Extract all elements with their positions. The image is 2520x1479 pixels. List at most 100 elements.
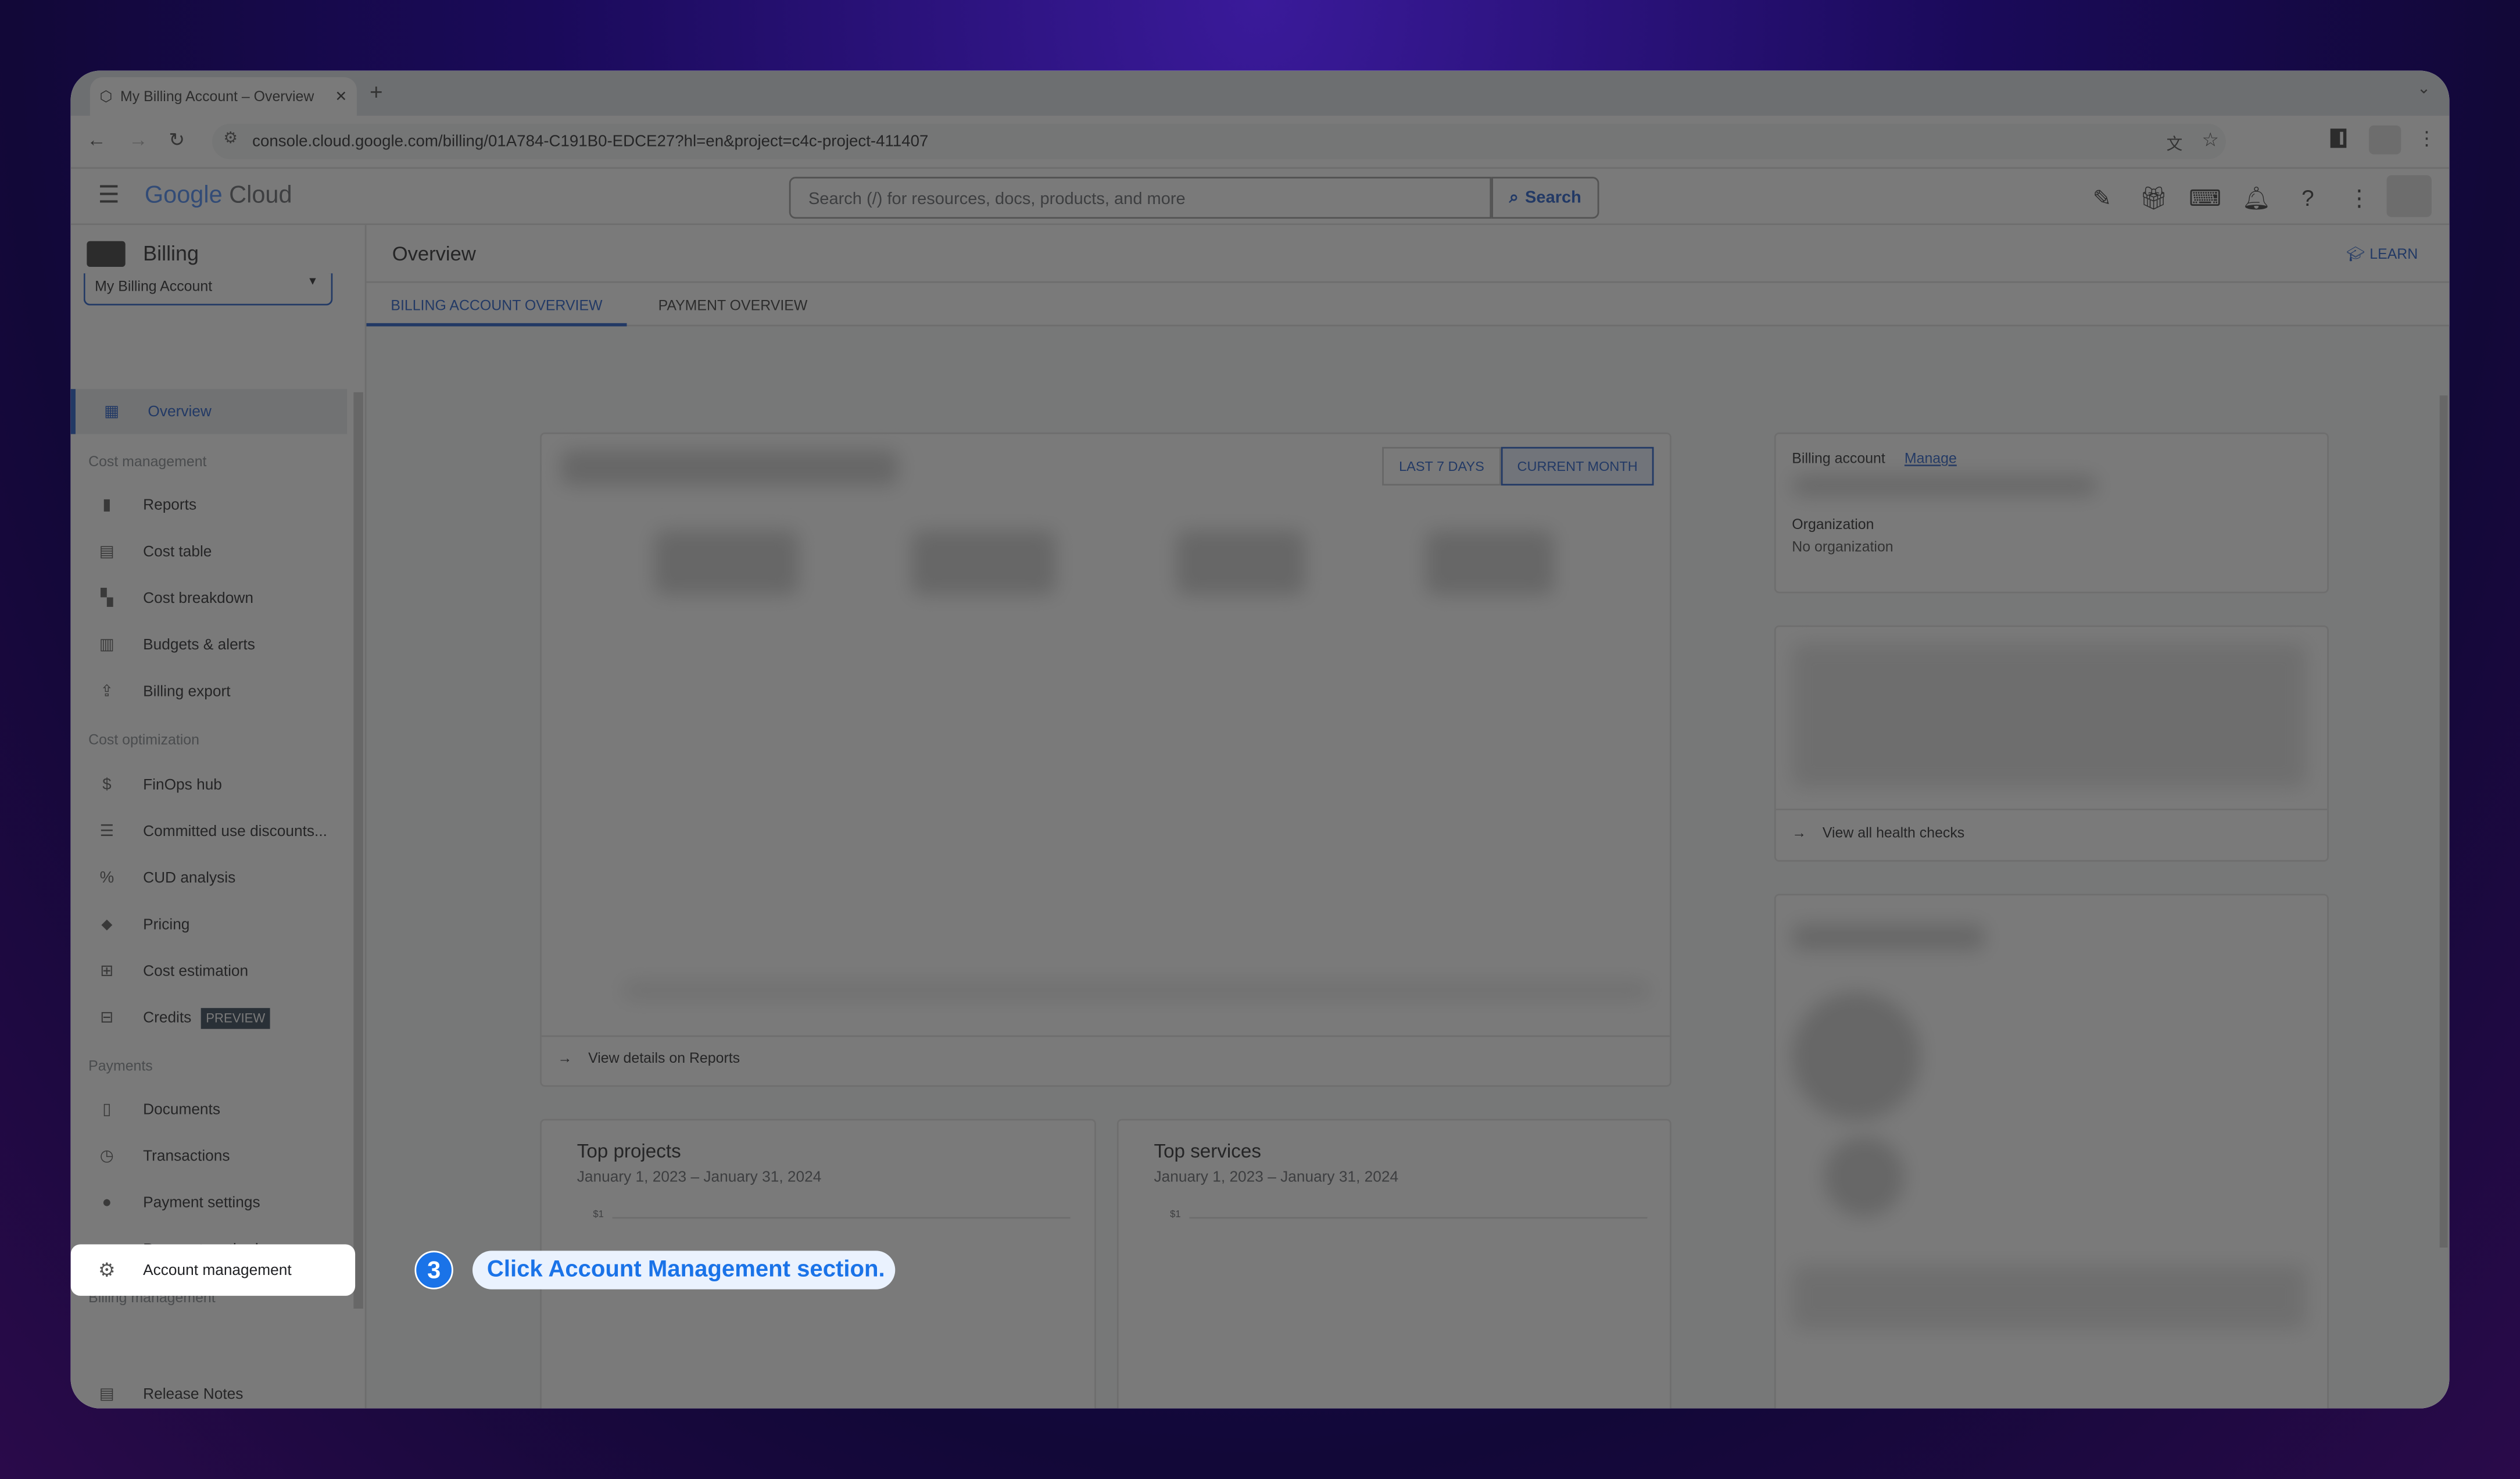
organization-label: Organization <box>1792 516 1874 533</box>
gemini-feedback-icon[interactable]: ✎ <box>2086 181 2118 213</box>
main-content: Overview 🎓︎ LEARN BILLING ACCOUNT OVERVIE… <box>366 225 2450 1409</box>
top-services-card: Top services January 1, 2023 – January 3… <box>1116 1119 1671 1409</box>
address-bar-row: ← → ↻ ⚙ console.cloud.google.com/billing… <box>70 116 2450 169</box>
top-services-title: Top services <box>1154 1139 1261 1163</box>
sidebar-scrollbar[interactable] <box>353 392 363 1309</box>
tab-search-chevron-icon[interactable]: ⌄ <box>2417 80 2430 98</box>
forward-icon[interactable]: → <box>128 128 148 151</box>
top-projects-range: January 1, 2023 – January 31, 2024 <box>577 1169 822 1187</box>
help-icon[interactable]: ? <box>2292 181 2324 213</box>
main-scrollbar[interactable] <box>2439 395 2448 1248</box>
google-cloud-logo[interactable]: Google Cloud <box>145 181 292 209</box>
current-month-button[interactable]: CURRENT MONTH <box>1501 446 1654 486</box>
sidebar-item-cud-analysis[interactable]: % CUD analysis <box>71 855 348 900</box>
more-options-icon[interactable]: ⋮ <box>2343 181 2375 213</box>
tab-payment-overview[interactable]: PAYMENT OVERVIEW <box>636 283 829 327</box>
sidebar-item-release-notes[interactable]: ▤ Release Notes <box>71 1371 348 1409</box>
waterfall-icon: ▚ <box>101 589 113 607</box>
tag-icon: ⬥ <box>101 915 113 934</box>
section-cost-management: Cost management <box>88 453 207 470</box>
top-projects-title: Top projects <box>577 1139 681 1163</box>
url-field[interactable]: ⚙ console.cloud.google.com/billing/01A78… <box>212 123 2226 159</box>
sidebar-item-billing-export[interactable]: ⇪ Billing export <box>71 669 348 713</box>
clock-icon: ◷ <box>99 1147 114 1165</box>
profile-avatar[interactable] <box>2369 125 2401 155</box>
percent-icon: % <box>99 869 114 887</box>
release-notes-icon: ▤ <box>99 1385 114 1403</box>
credits-gift-icon: ⊟ <box>100 1009 114 1027</box>
section-payments: Payments <box>88 1058 153 1074</box>
tab-title: My Billing Account – Overview <box>120 88 314 105</box>
budget-icon: ▥ <box>99 635 114 654</box>
table-icon: ▤ <box>99 542 114 560</box>
dashboard-icon: ▦ <box>104 402 120 421</box>
hamburger-menu-icon[interactable]: ☰ <box>98 180 120 209</box>
sidebar-title: Billing <box>143 241 199 266</box>
billing-account-card: Billing account Manage Organization No o… <box>1774 432 2329 594</box>
top-services-range: January 1, 2023 – January 31, 2024 <box>1154 1169 1399 1187</box>
health-checks-card: → View all health checks <box>1774 625 2329 862</box>
back-icon[interactable]: ← <box>87 128 106 151</box>
account-avatar[interactable] <box>2386 175 2432 217</box>
dollar-icon: $ <box>102 776 112 794</box>
cost-summary-card: LAST 7 DAYS CURRENT MONTH → View details … <box>540 432 1671 1087</box>
view-health-checks-link[interactable]: → View all health checks <box>1792 825 1964 841</box>
learn-button[interactable]: 🎓︎ LEARN <box>2346 246 2418 263</box>
documents-icon: ▯ <box>102 1100 112 1119</box>
arrow-right-icon: → <box>1792 824 1807 841</box>
sidebar-item-transactions[interactable]: ◷ Transactions <box>71 1134 348 1178</box>
site-info-icon[interactable]: ⚙ <box>223 130 238 148</box>
sidebar: Billing My Billing Account ▼ ▦ Overview Co… <box>70 225 367 1409</box>
close-tab-icon[interactable]: ✕ <box>335 88 347 105</box>
translate-icon[interactable]: 文 <box>2167 130 2183 154</box>
sidebar-item-budgets[interactable]: ▥ Budgets & alerts <box>71 622 348 667</box>
gift-icon[interactable]: 🎁︎ <box>2138 181 2170 213</box>
sidebar-item-cost-breakdown[interactable]: ▚ Cost breakdown <box>71 576 348 620</box>
billing-account-select[interactable]: My Billing Account ▼ <box>83 273 333 306</box>
tab-billing-account-overview[interactable]: BILLING ACCOUNT OVERVIEW <box>366 283 627 327</box>
search-input[interactable]: Search (/) for resources, docs, products… <box>789 177 1492 219</box>
gridline <box>612 1217 1071 1219</box>
sidebar-item-documents[interactable]: ▯ Documents <box>71 1087 348 1131</box>
sidebar-item-account-management[interactable]: ⚙ Account management <box>70 1244 356 1296</box>
manage-link[interactable]: Manage <box>1905 450 1957 466</box>
sidebar-item-cost-estimation[interactable]: ⊞ Cost estimation <box>71 949 348 994</box>
gcp-favicon-icon: ⬡ <box>99 87 113 104</box>
organization-value: No organization <box>1792 538 1893 555</box>
browser-menu-icon[interactable]: ⋮ <box>2417 127 2436 149</box>
preview-badge: PREVIEW <box>201 1007 270 1028</box>
cloud-shell-icon[interactable]: ⌨ <box>2189 181 2221 213</box>
list-icon: ☰ <box>99 822 114 840</box>
bar-chart-icon: ▮ <box>102 496 112 514</box>
notifications-bell-icon[interactable]: 🔔︎ <box>2240 181 2272 213</box>
search-button[interactable]: ⌕ Search <box>1491 177 1599 219</box>
sidebar-item-cud[interactable]: ☰ Committed use discounts... <box>71 809 348 853</box>
billing-account-label: Billing account <box>1792 450 1885 466</box>
sidebar-item-overview[interactable]: ▦ Overview <box>70 389 348 434</box>
reload-icon[interactable]: ↻ <box>169 128 185 151</box>
view-reports-link[interactable]: → View details on Reports <box>558 1050 740 1066</box>
billing-card-icon <box>87 241 126 267</box>
sidebar-item-finops[interactable]: $ FinOps hub <box>71 762 348 807</box>
upload-icon: ⇪ <box>100 682 114 701</box>
browser-window: ⬡ My Billing Account – Overview ✕ + ⌄ ← … <box>70 70 2450 1409</box>
sidebar-item-payment-settings[interactable]: ● Payment settings <box>71 1180 348 1225</box>
arrow-right-icon: → <box>557 1049 572 1066</box>
sidebar-item-credits[interactable]: ⊟ Credits PREVIEW <box>71 995 348 1040</box>
last-7-days-button[interactable]: LAST 7 DAYS <box>1382 446 1501 486</box>
tab-strip: ⬡ My Billing Account – Overview ✕ + ⌄ <box>70 70 2450 116</box>
section-cost-optimization: Cost optimization <box>88 731 199 748</box>
graduation-cap-icon: 🎓︎ <box>2346 246 2365 262</box>
sidebar-item-cost-table[interactable]: ▤ Cost table <box>71 529 348 574</box>
step-number-badge: 3 <box>414 1251 453 1289</box>
bookmark-star-icon[interactable]: ☆ <box>2202 128 2219 151</box>
sidebar-item-reports[interactable]: ▮ Reports <box>71 483 348 527</box>
browser-tab[interactable]: ⬡ My Billing Account – Overview ✕ <box>90 77 357 116</box>
gridline <box>1189 1217 1648 1219</box>
dropdown-arrow-icon: ▼ <box>307 276 318 288</box>
sidebar-item-pricing[interactable]: ⬥ Pricing <box>71 902 348 946</box>
search-icon: ⌕ <box>1509 187 1519 207</box>
side-panel-icon[interactable] <box>2330 128 2347 148</box>
new-tab-icon[interactable]: + <box>370 78 383 104</box>
recommendations-card <box>1774 894 2329 1409</box>
